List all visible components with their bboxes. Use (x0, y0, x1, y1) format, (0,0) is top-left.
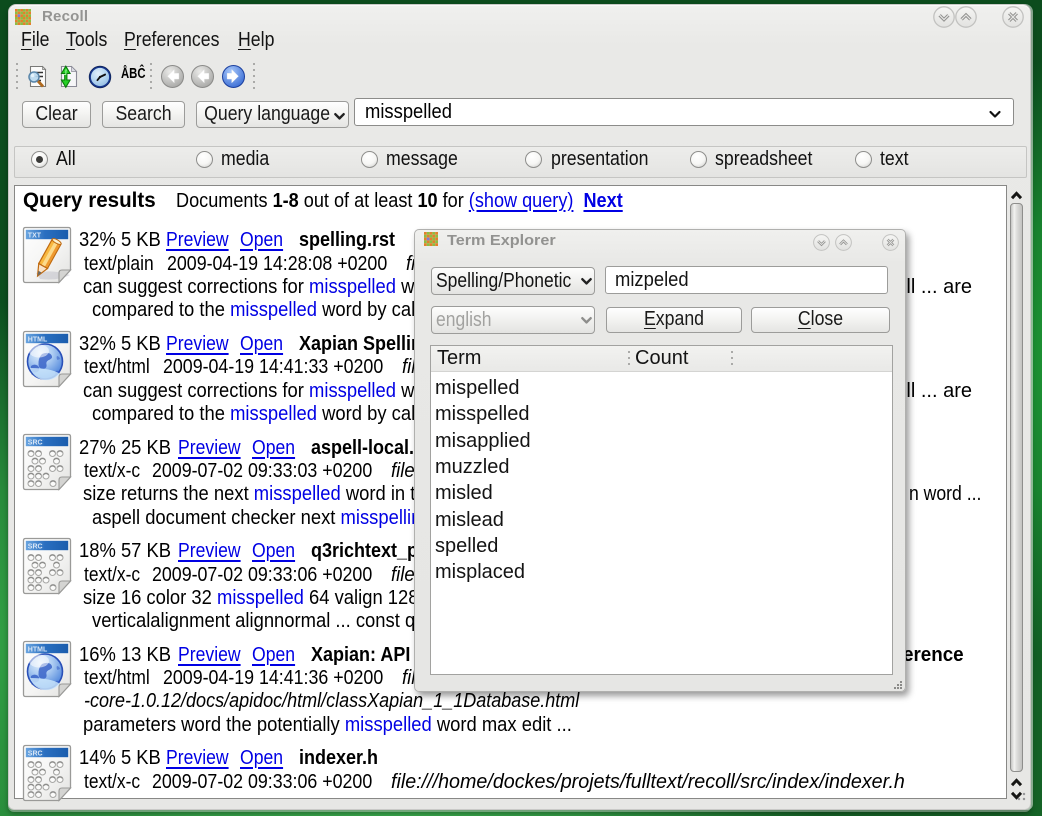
svg-text:SRC: SRC (28, 543, 43, 550)
svg-text:HTML: HTML (28, 647, 48, 654)
svg-text:SRC: SRC (28, 751, 43, 758)
svg-text:HTML: HTML (28, 336, 48, 343)
svg-text:TXT: TXT (28, 233, 42, 240)
svg-text:SRC: SRC (28, 440, 43, 447)
